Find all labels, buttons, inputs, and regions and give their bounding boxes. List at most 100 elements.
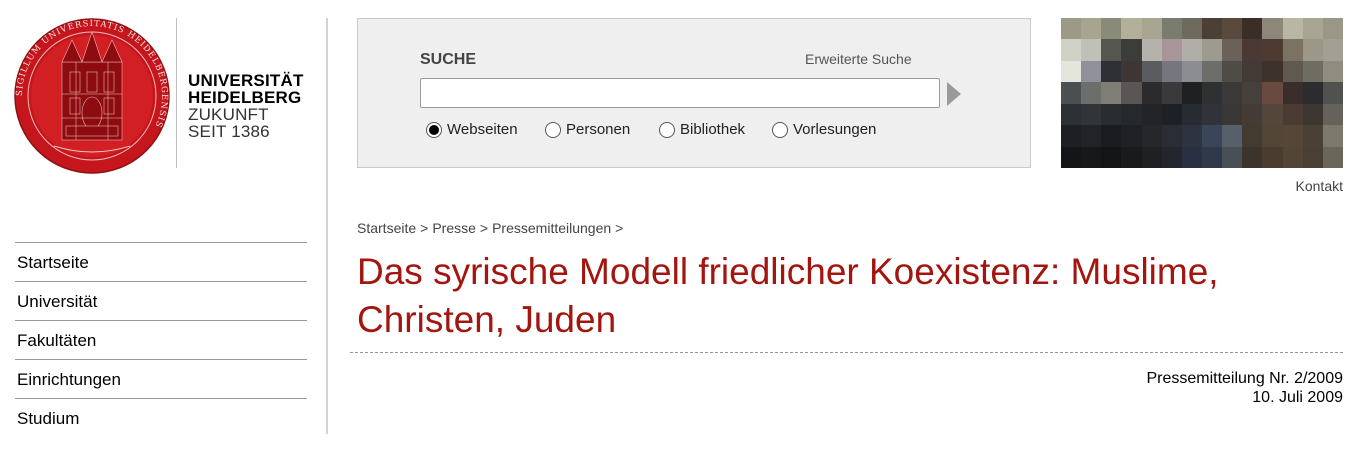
- university-wordmark[interactable]: UNIVERSITÄT HEIDELBERG ZUKUNFT SEIT 1386: [188, 72, 304, 140]
- radio-button-icon[interactable]: [545, 121, 561, 138]
- nav-item-einrichtungen[interactable]: Einrichtungen: [15, 359, 307, 398]
- logo-divider: [176, 18, 177, 168]
- breadcrumb: Startseite > Presse > Pressemitteilungen…: [357, 220, 623, 236]
- photo-pixel: [1121, 60, 1142, 83]
- photo-pixel: [1081, 125, 1102, 147]
- photo-pixel: [1201, 125, 1223, 147]
- photo-pixel: [1262, 82, 1283, 104]
- photo-pixel: [1081, 103, 1102, 126]
- photo-pixel: [1282, 103, 1303, 126]
- radio-bibliothek[interactable]: Bibliothek: [659, 121, 745, 138]
- photo-pixel: [1322, 82, 1343, 104]
- photo-pixel: [1081, 146, 1102, 168]
- photo-pixel: [1061, 60, 1082, 83]
- photo-pixel: [1101, 82, 1122, 104]
- photo-pixel: [1141, 39, 1162, 61]
- radio-label: Webseiten: [447, 121, 518, 138]
- radio-button-icon[interactable]: [659, 121, 675, 138]
- photo-pixel: [1121, 39, 1142, 61]
- photo-pixel: [1081, 82, 1102, 104]
- photo-pixel: [1061, 82, 1082, 104]
- photo-pixel: [1181, 39, 1202, 61]
- photo-pixel: [1302, 82, 1323, 104]
- wordmark-line-3: ZUKUNFT: [188, 105, 269, 124]
- wordmark-line-4: SEIT 1386: [188, 122, 270, 141]
- radio-button-icon[interactable]: [772, 121, 788, 138]
- photo-pixel: [1161, 103, 1182, 126]
- university-seal-logo[interactable]: SIGILLUM UNIVERSITATIS HEIDELBERGENSIS: [14, 18, 170, 174]
- radio-button-checked-icon[interactable]: [426, 121, 442, 138]
- photo-pixel: [1061, 146, 1082, 168]
- photo-pixel: [1201, 18, 1223, 40]
- photo-pixel: [1322, 60, 1343, 83]
- photo-pixel: [1282, 18, 1303, 40]
- header-photo: [1061, 18, 1343, 168]
- photo-pixel: [1222, 103, 1243, 126]
- photo-pixel: [1242, 103, 1263, 126]
- breadcrumb-separator: >: [615, 220, 624, 236]
- photo-pixel: [1141, 125, 1162, 147]
- photo-pixel: [1141, 146, 1162, 168]
- photo-pixel: [1201, 146, 1223, 168]
- advanced-search-link[interactable]: Erweiterte Suche: [805, 51, 912, 67]
- photo-pixel: [1302, 60, 1323, 83]
- photo-pixel: [1121, 146, 1142, 168]
- photo-pixel: [1161, 60, 1182, 83]
- breadcrumb-item-presse[interactable]: Presse: [432, 220, 476, 236]
- photo-pixel: [1081, 39, 1102, 61]
- photo-pixel: [1302, 125, 1323, 147]
- photo-pixel: [1181, 146, 1202, 168]
- photo-pixel: [1181, 18, 1202, 40]
- photo-pixel: [1061, 39, 1082, 61]
- photo-pixel: [1242, 146, 1263, 168]
- search-panel: SUCHE Erweiterte Suche Webseiten Persone…: [357, 18, 1031, 168]
- photo-pixel: [1181, 125, 1202, 147]
- radio-label: Personen: [566, 121, 631, 138]
- nav-item-universitaet[interactable]: Universität: [15, 281, 307, 320]
- radio-vorlesungen[interactable]: Vorlesungen: [772, 121, 876, 138]
- breadcrumb-item-pressemitteilungen[interactable]: Pressemitteilungen: [492, 220, 611, 236]
- photo-pixel: [1121, 18, 1142, 40]
- search-input[interactable]: [420, 78, 940, 108]
- page-title: Das syrische Modell friedlicher Koexiste…: [357, 251, 1219, 340]
- nav-item-studium[interactable]: Studium: [15, 398, 307, 437]
- photo-pixel: [1262, 60, 1283, 83]
- title-divider: [350, 352, 1343, 353]
- photo-pixel: [1302, 146, 1323, 168]
- photo-pixel: [1322, 146, 1343, 168]
- contact-link[interactable]: Kontakt: [1296, 178, 1343, 194]
- photo-pixel: [1121, 103, 1142, 126]
- photo-pixel: [1242, 125, 1263, 147]
- photo-pixel: [1181, 103, 1202, 126]
- photo-pixel: [1322, 18, 1343, 40]
- press-release-number: Pressemitteilung Nr. 2/2009: [1146, 370, 1343, 387]
- photo-pixel: [1282, 39, 1303, 61]
- photo-pixel: [1222, 125, 1243, 147]
- photo-pixel: [1201, 103, 1223, 126]
- photo-pixel: [1222, 82, 1243, 104]
- nav-item-startseite[interactable]: Startseite: [15, 242, 307, 281]
- press-release-info: Pressemitteilung Nr. 2/2009 10. Juli 200…: [1146, 369, 1343, 407]
- photo-pixel: [1222, 146, 1243, 168]
- nav-item-fakultaeten[interactable]: Fakultäten: [15, 320, 307, 359]
- radio-personen[interactable]: Personen: [545, 121, 630, 138]
- photo-pixel: [1282, 146, 1303, 168]
- photo-pixel: [1101, 146, 1122, 168]
- photo-pixel: [1302, 103, 1323, 126]
- breadcrumb-item-startseite[interactable]: Startseite: [357, 220, 416, 236]
- photo-pixel: [1061, 103, 1082, 126]
- photo-pixel: [1061, 18, 1082, 40]
- photo-pixel: [1201, 60, 1223, 83]
- photo-pixel: [1141, 82, 1162, 104]
- search-submit-arrow-icon[interactable]: [946, 81, 962, 107]
- photo-pixel: [1242, 18, 1263, 40]
- search-title: SUCHE: [420, 51, 477, 68]
- photo-pixel: [1121, 125, 1142, 147]
- radio-label: Vorlesungen: [793, 121, 877, 138]
- photo-pixel: [1181, 82, 1202, 104]
- photo-pixel: [1081, 60, 1102, 83]
- photo-pixel: [1222, 60, 1243, 83]
- radio-webseiten[interactable]: Webseiten: [426, 121, 518, 138]
- photo-pixel: [1242, 82, 1263, 104]
- breadcrumb-separator: >: [420, 220, 429, 236]
